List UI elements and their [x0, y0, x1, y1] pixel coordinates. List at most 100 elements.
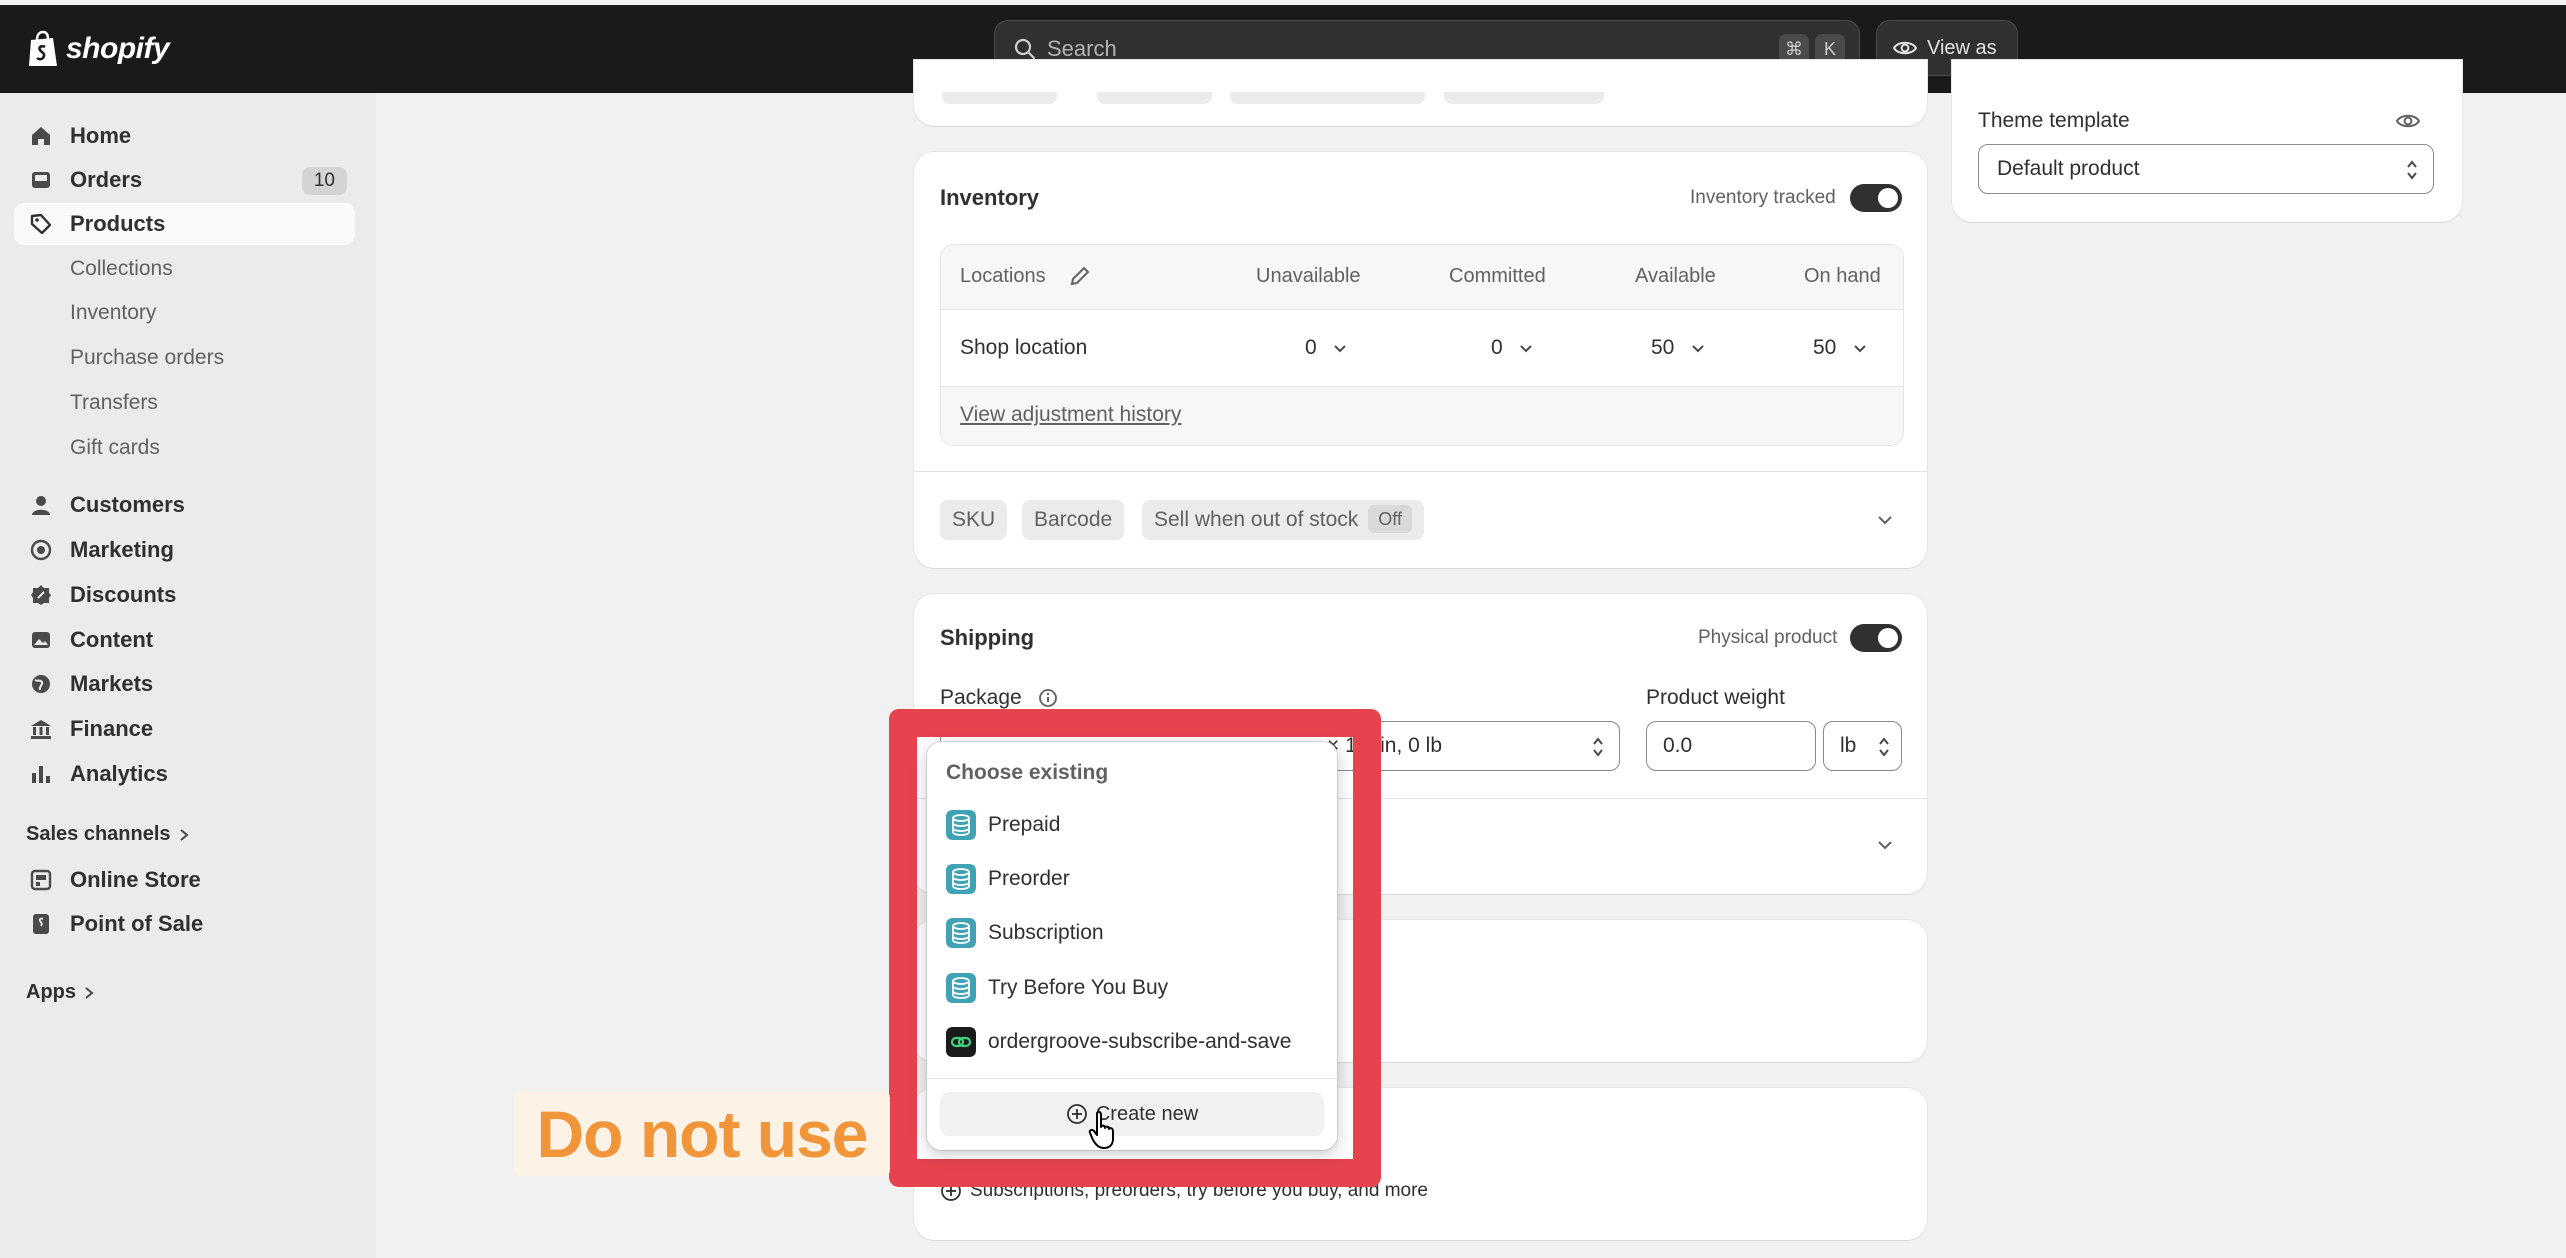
- option-preorder[interactable]: Preorder: [946, 861, 1326, 897]
- sales-channels-label: Sales channels: [26, 823, 171, 845]
- sidebar-sub-collections[interactable]: Collections: [70, 257, 173, 281]
- apps-label: Apps: [26, 981, 76, 1003]
- pencil-icon[interactable]: [1069, 265, 1091, 287]
- on-hand-value: 50: [1813, 336, 1837, 359]
- chevron-down-icon: [1692, 345, 1704, 353]
- shopify-logo[interactable]: shopify: [26, 29, 170, 69]
- option-try-before-you-buy[interactable]: Try Before You Buy: [946, 970, 1326, 1006]
- database-icon: [946, 864, 976, 894]
- theme-template-select[interactable]: Default product: [1978, 144, 2434, 194]
- sidebar-item-home[interactable]: Home: [14, 115, 355, 157]
- weight-unit-value: lb: [1840, 734, 1857, 757]
- do-not-use-annotation: Do not use: [514, 1092, 890, 1176]
- chevron-down-icon[interactable]: [1876, 511, 1894, 529]
- unavailable-value: 0: [1305, 336, 1317, 359]
- apps-header[interactable]: Apps: [26, 981, 94, 1004]
- sidebar-item-label: Marketing: [70, 537, 174, 562]
- sell-out-of-stock-pill[interactable]: Sell when out of stock Off: [1142, 500, 1424, 540]
- sidebar-item-label: Point of Sale: [70, 911, 204, 936]
- sidebar: Home Orders 10 Products Collections Inve…: [0, 93, 376, 1258]
- column-locations: Locations: [960, 265, 1046, 287]
- inventory-table-footer: View adjustment history: [941, 386, 1903, 445]
- do-not-use-text: Do not use: [536, 1097, 869, 1171]
- theme-template-card: [1952, 60, 2462, 222]
- option-prepaid[interactable]: Prepaid: [946, 807, 1326, 843]
- sidebar-item-label: Analytics: [70, 761, 168, 786]
- store-icon: [30, 869, 52, 891]
- sidebar-sub-transfers[interactable]: Transfers: [70, 391, 158, 415]
- sidebar-item-finance[interactable]: Finance: [14, 708, 355, 750]
- person-icon: [32, 496, 50, 515]
- product-weight-value: 0.0: [1663, 734, 1693, 757]
- sidebar-item-point-of-sale[interactable]: Point of Sale: [14, 903, 355, 945]
- location-name: Shop location: [960, 336, 1088, 359]
- column-committed: Committed: [1449, 265, 1546, 287]
- option-label: Subscription: [988, 921, 1104, 944]
- available-dropdown[interactable]: 50: [1651, 333, 1721, 363]
- committed-value: 0: [1491, 336, 1503, 359]
- on-hand-dropdown[interactable]: 50: [1813, 333, 1883, 363]
- chevron-down-icon[interactable]: [1876, 836, 1894, 854]
- option-label: Prepaid: [988, 813, 1061, 836]
- image-icon: [32, 632, 50, 648]
- weight-unit-select[interactable]: lb: [1823, 721, 1902, 771]
- inventory-tracked-toggle[interactable]: [1850, 184, 1902, 212]
- sidebar-item-label: Finance: [70, 716, 154, 741]
- eye-icon: [1893, 41, 1917, 55]
- barcode-pill[interactable]: Barcode: [1022, 500, 1125, 540]
- sidebar-item-content[interactable]: Content: [14, 619, 355, 661]
- previous-card-bottom: [914, 60, 1927, 126]
- sales-channels-header[interactable]: Sales channels: [26, 823, 189, 846]
- create-new-button[interactable]: Create new: [940, 1092, 1324, 1136]
- sidebar-item-analytics[interactable]: Analytics: [14, 753, 355, 795]
- eye-icon[interactable]: [2396, 112, 2420, 130]
- sidebar-item-products[interactable]: Products: [14, 203, 355, 245]
- sidebar-item-label: Discounts: [70, 582, 177, 607]
- inventory-tracked-label: Inventory tracked: [1690, 187, 1836, 208]
- option-ordergroove-subscribe-and-save[interactable]: ordergroove-subscribe-and-save: [946, 1024, 1326, 1060]
- shipping-title: Shipping: [940, 625, 1035, 650]
- sidebar-item-label: Online Store: [70, 867, 201, 892]
- plus-circle-icon: [1066, 1104, 1087, 1124]
- sidebar-item-discounts[interactable]: Discounts: [14, 574, 355, 616]
- sidebar-item-marketing[interactable]: Marketing: [14, 529, 355, 571]
- theme-template-label: Theme template: [1978, 109, 2130, 132]
- bank-icon: [31, 720, 51, 739]
- inventory-table: Locations Unavailable Committed Availabl…: [940, 244, 1904, 446]
- chevron-right-icon: [85, 986, 94, 999]
- info-icon[interactable]: [1038, 688, 1058, 708]
- sidebar-sub-inventory[interactable]: Inventory: [70, 301, 156, 325]
- link-icon: [946, 1027, 976, 1057]
- option-subscription[interactable]: Subscription: [946, 915, 1326, 951]
- column-available: Available: [1635, 265, 1716, 287]
- orders-count-badge: 10: [301, 167, 347, 195]
- chevron-down-icon: [1854, 345, 1866, 353]
- inventory-table-header: Locations Unavailable Committed Availabl…: [941, 245, 1903, 310]
- product-weight-input[interactable]: 0.0: [1646, 721, 1816, 771]
- sell-out-of-stock-state: Off: [1368, 505, 1412, 533]
- unavailable-dropdown[interactable]: 0: [1305, 333, 1365, 363]
- tag-icon: [30, 213, 52, 235]
- search-icon: [1014, 38, 1036, 60]
- sidebar-sub-purchase-orders[interactable]: Purchase orders: [70, 346, 224, 370]
- available-value: 50: [1651, 336, 1675, 359]
- sidebar-item-orders[interactable]: Orders 10: [14, 159, 355, 201]
- sidebar-item-label: Content: [70, 627, 154, 652]
- committed-dropdown[interactable]: 0: [1491, 333, 1551, 363]
- sku-pill[interactable]: SKU: [940, 500, 1008, 540]
- database-icon: [946, 973, 976, 1003]
- column-unavailable: Unavailable: [1256, 265, 1361, 287]
- option-label: Preorder: [988, 867, 1070, 890]
- choose-existing-header: Choose existing: [946, 761, 1109, 784]
- option-label: ordergroove-subscribe-and-save: [988, 1030, 1292, 1053]
- home-icon: [32, 127, 50, 145]
- view-adjustment-history-link[interactable]: View adjustment history: [960, 403, 1181, 427]
- sidebar-item-online-store[interactable]: Online Store: [14, 859, 355, 901]
- sidebar-item-customers[interactable]: Customers: [14, 484, 355, 526]
- sidebar-item-markets[interactable]: Markets: [14, 663, 355, 705]
- database-icon: [946, 918, 976, 948]
- select-arrows-icon: [1593, 737, 1603, 757]
- physical-product-toggle[interactable]: [1850, 624, 1902, 652]
- sidebar-sub-gift-cards[interactable]: Gift cards: [70, 436, 160, 460]
- sell-out-of-stock-label: Sell when out of stock: [1154, 508, 1359, 531]
